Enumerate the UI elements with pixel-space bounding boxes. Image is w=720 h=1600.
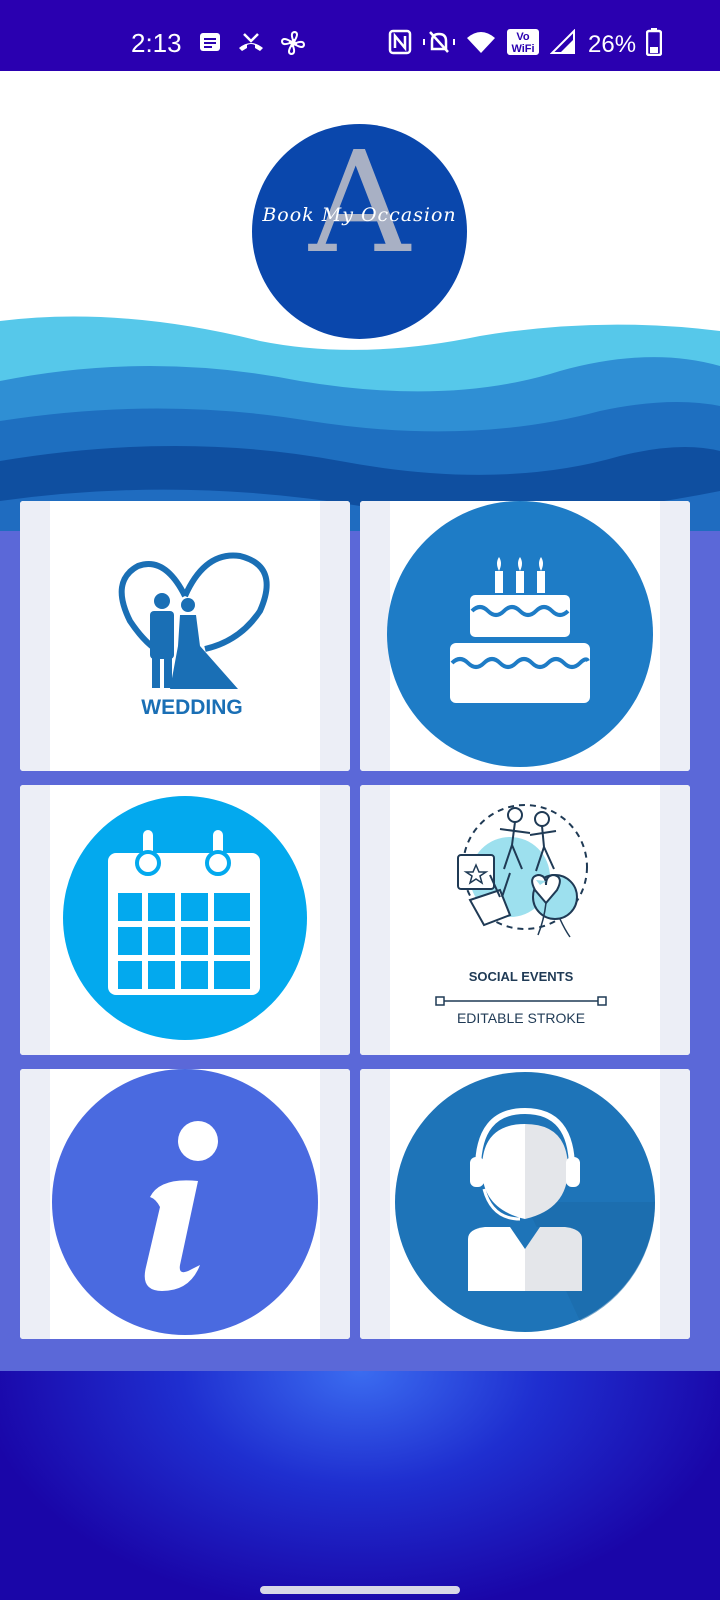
logo-text: Book My Occasion [262,204,457,226]
wave-decoration [0,316,720,531]
app-logo: A Book My Occasion [252,124,467,339]
status-bar: 2:13 Vo WiFi 26% [0,0,720,71]
info-icon [52,1069,318,1335]
fan-icon [280,30,306,61]
calendar-icon [63,796,307,1040]
tile-social-events[interactable]: SOCIAL EVENTS EDITABLE STROKE [360,785,690,1055]
home-indicator[interactable] [260,1586,460,1594]
nfc-icon [388,29,412,60]
vowifi-top-text: Vo [516,31,530,43]
category-grid: WEDDING SOCIAL EVENTS EDITABLE STROKE [0,501,720,1371]
tile-support[interactable] [360,1069,690,1339]
cake-icon [387,501,653,767]
status-time: 2:13 [131,28,182,58]
signal-icon [549,28,576,60]
tile-calendar[interactable] [20,785,350,1055]
header-banner: A Book My Occasion [0,71,720,531]
wifi-icon [466,30,496,59]
tile-birthday[interactable] [360,501,690,771]
tile-info[interactable] [20,1069,350,1339]
missed-call-icon [236,30,266,61]
battery-percent: 26% [588,30,637,58]
vowifi-icon: Vo WiFi [506,28,540,61]
footer-background [0,1371,720,1600]
tile-wedding[interactable]: WEDDING [20,501,350,771]
wedding-icon: WEDDING [118,552,270,719]
mute-icon [422,29,456,60]
battery-icon [645,28,663,61]
social-events-sublabel: EDITABLE STROKE [457,1010,585,1026]
vowifi-bottom-text: WiFi [511,43,534,55]
message-icon [198,30,222,61]
wedding-label: WEDDING [141,696,243,719]
support-agent-icon [395,1072,656,1332]
social-events-icon: SOCIAL EVENTS EDITABLE STROKE [435,804,607,1026]
social-events-label: SOCIAL EVENTS [469,969,574,984]
